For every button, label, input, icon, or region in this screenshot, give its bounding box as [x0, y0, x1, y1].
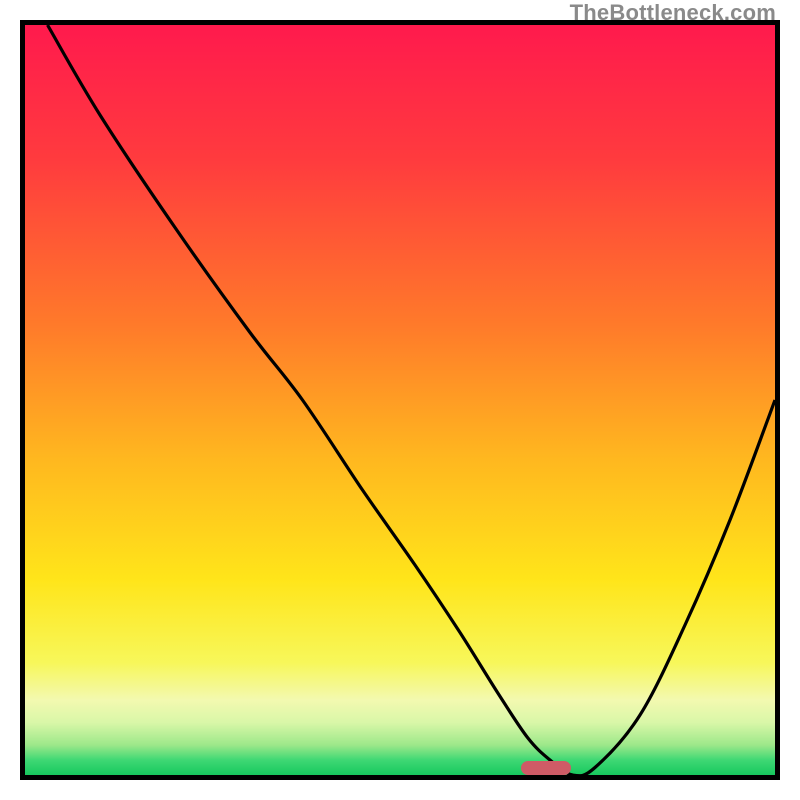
optimum-marker — [521, 761, 571, 775]
bottleneck-curve — [25, 25, 775, 775]
chart-frame — [20, 20, 780, 780]
